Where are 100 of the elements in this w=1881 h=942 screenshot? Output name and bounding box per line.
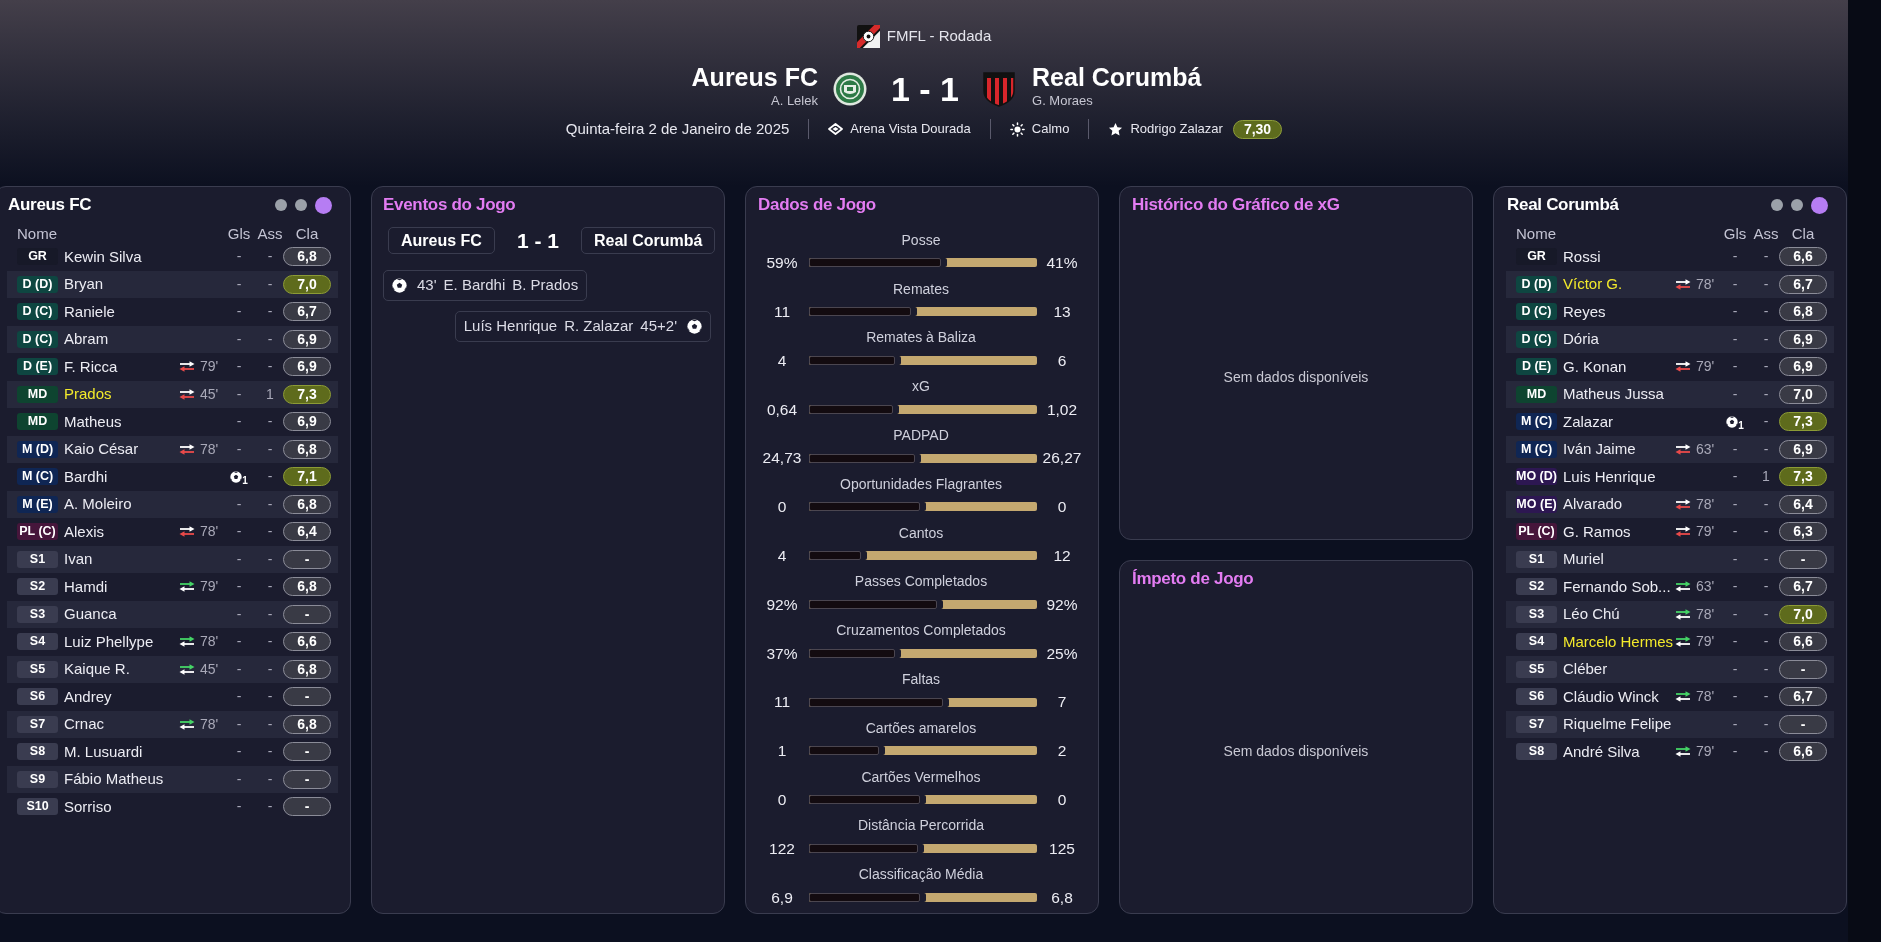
position-badge: D (C) xyxy=(17,303,58,321)
event-score: 1 - 1 xyxy=(516,228,559,254)
stat-label: Cruzamentos Completados xyxy=(836,621,1006,641)
sub-minute: 78' xyxy=(200,714,219,734)
assists-value: - xyxy=(1763,494,1769,514)
view-dot-icon[interactable] xyxy=(275,199,287,211)
panel-title: Real Corumbá xyxy=(1507,194,1619,217)
goals-value: - xyxy=(236,549,242,569)
rating-badge: 6,9 xyxy=(1779,329,1827,349)
stat-label: Faltas xyxy=(901,670,941,689)
player-name: Alexis xyxy=(64,521,104,542)
assist-name: Luís Henrique xyxy=(463,315,558,336)
assists-value: - xyxy=(1763,357,1769,377)
player-name: Iván Jaime xyxy=(1563,439,1636,459)
player-name: Guanca xyxy=(64,604,117,624)
assists-value: - xyxy=(267,494,273,514)
assists-value: - xyxy=(1763,302,1769,322)
sub-minute: 63' xyxy=(1696,439,1715,459)
assists-value: - xyxy=(267,439,273,459)
away-stat-value: 26,27 xyxy=(1041,448,1083,469)
rating-badge: - xyxy=(283,797,331,817)
player-name: G. Konan xyxy=(1563,356,1627,377)
stat-label: Remates xyxy=(893,279,949,299)
column-header: Gls xyxy=(1723,224,1747,244)
assists-value: - xyxy=(267,604,273,624)
home-stat-value: 1 xyxy=(776,741,788,762)
player-name: Rossi xyxy=(1563,246,1601,267)
event-minute: 43' xyxy=(417,274,437,295)
position-badge: D (C) xyxy=(1516,330,1557,348)
player-rating: 7,30 xyxy=(1232,119,1283,139)
away-stat-value: 7 xyxy=(1056,692,1068,713)
rating-badge: - xyxy=(283,742,331,762)
away-stat-value: 41% xyxy=(1045,253,1079,274)
player-name: Kewin Silva xyxy=(64,246,142,267)
player-name: Matheus Jussa xyxy=(1563,384,1664,404)
player-name: Ivan xyxy=(64,549,93,569)
assists-value: - xyxy=(1763,604,1769,624)
assists-value: - xyxy=(267,742,273,762)
goals-value: - xyxy=(1732,329,1738,349)
view-dot-icon[interactable] xyxy=(1771,199,1783,211)
player-name: A. Moleiro xyxy=(64,494,132,514)
goals-value: - xyxy=(236,522,242,542)
view-dot-icon[interactable] xyxy=(1791,199,1803,211)
position-badge: S4 xyxy=(1516,633,1557,651)
assists-value: - xyxy=(267,714,273,734)
position-badge: M (E) xyxy=(17,495,58,513)
view-dot-icon[interactable] xyxy=(1811,196,1828,214)
position-badge: M (D) xyxy=(17,440,58,458)
rating-badge: 6,6 xyxy=(283,632,331,652)
column-header: Ass xyxy=(1753,224,1779,244)
view-dot-icon[interactable] xyxy=(295,199,307,211)
sub-minute: 78' xyxy=(200,522,219,542)
position-badge: S5 xyxy=(1516,660,1557,678)
player-name: Zalazar xyxy=(1563,411,1614,432)
position-badge: S1 xyxy=(17,550,58,568)
player-of-match-name: Rodrigo Zalazar xyxy=(1130,120,1223,139)
stat-label: Passes Completados xyxy=(854,572,988,592)
assists-value: - xyxy=(267,577,273,597)
rating-badge: - xyxy=(1779,549,1827,569)
position-badge: D (C) xyxy=(1516,303,1557,321)
rating-badge: 6,9 xyxy=(283,357,331,377)
rating-badge: 6,8 xyxy=(283,494,331,514)
rating-badge: - xyxy=(283,687,331,707)
assists-value: - xyxy=(1763,329,1769,349)
assists-value: - xyxy=(1763,412,1769,432)
view-dot-icon[interactable] xyxy=(315,196,332,214)
player-name: André Silva xyxy=(1563,741,1640,762)
assists-value: - xyxy=(267,797,273,817)
away-team-label: Real Corumbá xyxy=(580,227,716,255)
manager-name: G. Moraes xyxy=(1032,92,1093,110)
goals-value: - xyxy=(236,797,242,817)
player-name: Riquelme Felipe xyxy=(1563,714,1672,734)
position-badge: M (C) xyxy=(17,468,58,486)
rating-badge: 6,7 xyxy=(1779,274,1827,294)
column-header: Cla xyxy=(295,224,319,244)
player-name: Dória xyxy=(1563,329,1599,349)
sub-minute: 63' xyxy=(1696,577,1715,597)
position-badge: GR xyxy=(1516,248,1557,266)
goals-value: - xyxy=(1732,714,1738,734)
panel-title: Eventos do Jogo xyxy=(383,194,516,217)
assists-value: - xyxy=(1763,522,1769,542)
position-badge: D (E) xyxy=(17,358,58,376)
stat-label: Oportunidades Flagrantes xyxy=(840,474,1002,494)
rating-badge: 6,8 xyxy=(283,439,331,459)
assists-value: - xyxy=(1763,659,1769,679)
home-stat-value: 59% xyxy=(765,253,799,274)
player-name: Kaio César xyxy=(64,439,139,459)
player-name: F. Ricca xyxy=(64,356,118,377)
assists-value: - xyxy=(1763,742,1769,762)
home-stat-value: 11 xyxy=(772,692,792,713)
player-name: M. Lusuardi xyxy=(64,741,143,762)
goals-value: - xyxy=(236,247,242,267)
home-stat-value: 37% xyxy=(765,643,799,664)
position-badge: S10 xyxy=(17,798,58,816)
position-badge: D (D) xyxy=(1516,275,1557,293)
goals-value: - xyxy=(236,769,242,789)
assists-value: - xyxy=(1763,687,1769,707)
rating-badge: 6,7 xyxy=(283,302,331,322)
stat-label: Distância Percorrida xyxy=(857,816,985,836)
goals-value: - xyxy=(236,357,242,377)
